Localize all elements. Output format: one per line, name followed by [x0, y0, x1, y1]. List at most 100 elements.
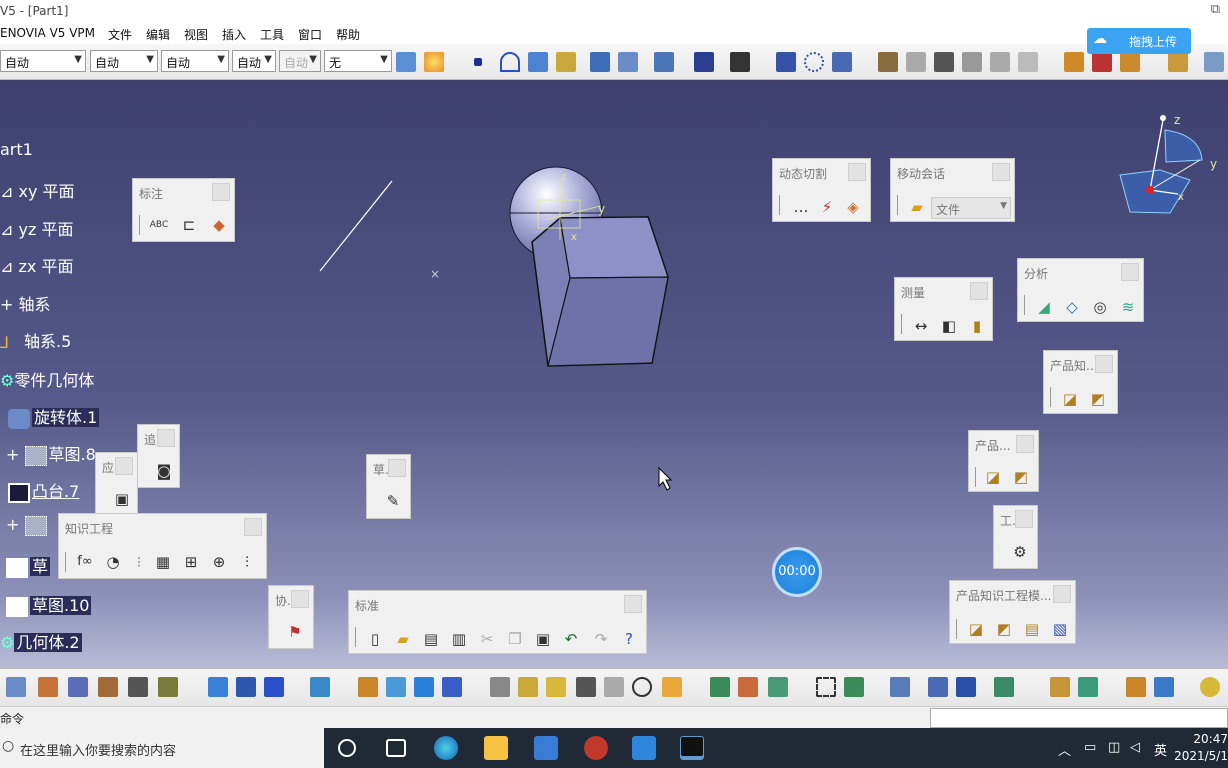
task-view-icon[interactable] [386, 739, 406, 757]
close-icon[interactable] [115, 457, 133, 475]
dots-grid-icon[interactable] [776, 52, 796, 72]
edges-icon[interactable] [546, 677, 566, 697]
curvature-icon[interactable]: ◇ [1062, 297, 1082, 317]
close-icon[interactable] [1121, 263, 1139, 281]
section-icon[interactable]: ⚡ [817, 197, 837, 217]
volume-icon[interactable]: ◁ [1130, 740, 1140, 755]
copy-icon[interactable]: ❐ [505, 629, 525, 649]
toolbar-tools[interactable]: 工. ⚙ [993, 505, 1038, 569]
body-icon[interactable] [490, 677, 510, 697]
law-icon[interactable]: ⫶ [237, 552, 257, 572]
fly-mode-icon[interactable] [6, 677, 26, 697]
catalog-icon[interactable] [1168, 52, 1188, 72]
product-icon[interactable]: ◪ [1060, 389, 1080, 409]
layers-icon[interactable]: ≋ [1118, 297, 1138, 317]
publish-icon[interactable] [1154, 677, 1174, 697]
whats-this-icon[interactable] [264, 677, 284, 697]
measure-between-icon[interactable]: ↔ [911, 316, 931, 336]
flag-note-icon[interactable]: ⊏ [179, 215, 199, 235]
point-icon[interactable] [474, 58, 482, 66]
clip-icon[interactable]: ◈ [843, 197, 863, 217]
relations-icon[interactable]: ⊞ [181, 552, 201, 572]
surface-icon[interactable] [528, 52, 548, 72]
print-icon[interactable]: ▥ [449, 629, 469, 649]
swap-visible-icon[interactable] [414, 677, 434, 697]
tray-chevron-icon[interactable]: ︿ [1058, 740, 1071, 759]
file-explorer-icon[interactable] [484, 736, 508, 760]
painter-icon[interactable] [396, 52, 416, 72]
formula-icon[interactable]: f∞ [75, 552, 95, 572]
close-icon[interactable] [1095, 355, 1113, 373]
save-icon[interactable]: ▤ [421, 629, 441, 649]
toolbar-dynamic-section[interactable]: 动态切割 … ⚡ ◈ [772, 158, 871, 222]
material-icon[interactable] [662, 677, 682, 697]
color-combo[interactable]: 自动 ▼ [0, 50, 86, 72]
globe-icon[interactable] [710, 677, 730, 697]
target-icon[interactable] [632, 677, 652, 697]
clock[interactable]: 20:47 2021/5/1 [1168, 731, 1228, 765]
close-icon[interactable] [291, 590, 309, 608]
shading-icon[interactable] [358, 677, 378, 697]
close-icon[interactable] [992, 163, 1010, 181]
spec-tree-icon[interactable] [928, 677, 948, 697]
hidden-lines-icon[interactable] [604, 677, 624, 697]
formula-icon[interactable] [934, 52, 954, 72]
cortana-icon[interactable] [338, 739, 356, 757]
catia-app-icon[interactable] [680, 736, 704, 760]
spline-icon[interactable] [500, 52, 520, 72]
toolbar-sketch[interactable]: 草. ✎ [366, 454, 411, 519]
recording-timer[interactable]: 00:00 [772, 547, 822, 597]
eraser-icon[interactable] [556, 52, 576, 72]
toolbar-annotation[interactable]: 标注 ABC ⊏ ◆ [132, 178, 235, 242]
cylinder-icon[interactable] [1200, 677, 1220, 697]
hidden-solid-icon[interactable] [618, 52, 638, 72]
gear-icon[interactable]: ⚙ [1010, 542, 1030, 562]
measure-item-icon[interactable]: ◧ [939, 316, 959, 336]
box-group-icon[interactable] [1120, 52, 1140, 72]
toolbar-measure[interactable]: 测量 ↔ ◧ ▮ [894, 277, 993, 341]
pan-icon[interactable] [236, 677, 256, 697]
measure-icon[interactable] [890, 677, 910, 697]
menu-view[interactable]: 视图 [184, 26, 208, 43]
draft-analysis-icon[interactable]: ◢ [1034, 297, 1054, 317]
grid-icon[interactable] [694, 52, 714, 72]
toolbar-product-knowledge[interactable]: 产品知... ◪ ◩ [1043, 350, 1118, 414]
constraint-icon[interactable] [1078, 677, 1098, 697]
app-red-icon[interactable] [584, 736, 608, 760]
toolbar-apply[interactable]: 应. ▣ [95, 452, 138, 514]
product-swap-icon[interactable]: ◩ [1011, 467, 1031, 487]
copy-disabled-icon[interactable] [906, 52, 926, 72]
new-file-icon[interactable]: ▯ [365, 629, 385, 649]
redo-icon[interactable]: ↷ [591, 629, 611, 649]
close-icon[interactable] [244, 518, 262, 536]
hide-show-icon[interactable] [386, 677, 406, 697]
more-options-icon[interactable]: … [791, 197, 811, 217]
close-icon[interactable] [1016, 435, 1034, 453]
walk-icon[interactable] [38, 677, 58, 697]
toolbar-collab[interactable]: 协. ⚑ [268, 585, 314, 649]
toolbar-mobile-session[interactable]: 移动会话 ▰ 文件 ▼ [890, 158, 1015, 222]
normal-view-icon[interactable] [128, 677, 148, 697]
network-icon[interactable]: ◫ [1108, 740, 1120, 755]
design-table-icon[interactable]: ▦ [153, 552, 173, 572]
apply-material-icon[interactable]: ▣ [112, 489, 132, 509]
thickness-icon[interactable]: ◎ [1090, 297, 1110, 317]
lighting-icon[interactable] [738, 677, 758, 697]
mapping-icon[interactable] [442, 677, 462, 697]
grid-toggle-icon[interactable] [956, 677, 976, 697]
fit-all-icon[interactable] [208, 677, 228, 697]
toolbar-standard[interactable]: 标准 ▯ ▰ ▤ ▥ ✂ ❐ ▣ ↶ ↷ ? [348, 590, 647, 654]
axis-snap-icon[interactable] [994, 677, 1014, 697]
construction-line[interactable] [319, 180, 393, 272]
menu-insert[interactable]: 插入 [222, 26, 246, 43]
sketch-icon[interactable]: ✎ [383, 491, 403, 511]
comment-icon[interactable]: ◔ [103, 552, 123, 572]
more-icon[interactable] [1204, 52, 1224, 72]
box-icon[interactable] [1064, 52, 1084, 72]
template-catalog-icon[interactable]: ▤ [1022, 619, 1042, 639]
compass-snap-icon[interactable] [844, 677, 864, 697]
close-icon[interactable] [624, 595, 642, 613]
menu-edit[interactable]: 编辑 [146, 26, 170, 43]
layer-combo[interactable]: 无 ▼ [324, 50, 392, 72]
collaboration-icon[interactable]: ⚑ [285, 622, 305, 642]
